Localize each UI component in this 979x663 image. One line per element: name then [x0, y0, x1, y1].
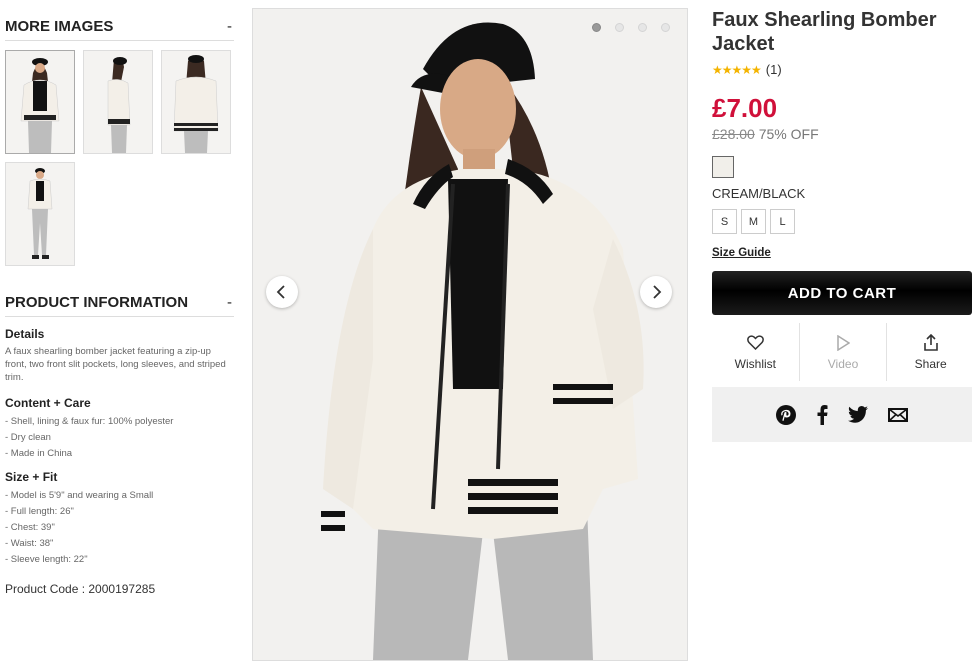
share-label: Share	[914, 356, 947, 371]
chevron-left-icon	[276, 285, 285, 299]
sale-price: £7.00	[712, 93, 778, 123]
video-button[interactable]: Video	[798, 323, 887, 381]
more-images-header[interactable]: MORE IMAGES -	[5, 13, 234, 41]
wishlist-label: Wishlist	[734, 356, 776, 371]
product-details: Details A faux shearling bomber jacket f…	[5, 327, 235, 596]
product-rating[interactable]: ★★★★★ (1)	[712, 62, 974, 77]
product-panel: Faux Shearling Bomber Jacket ★★★★★ (1) £…	[712, 8, 974, 442]
main-product-image[interactable]	[252, 8, 688, 661]
twitter-icon[interactable]	[848, 406, 868, 423]
content-care-heading: Content + Care	[5, 396, 91, 410]
product-code: Product Code : 2000197285	[5, 582, 156, 596]
share-button[interactable]: Share	[886, 323, 974, 381]
size-fit-heading: Size + Fit	[5, 470, 58, 484]
size-option-s[interactable]: S	[712, 209, 737, 234]
size-option-m[interactable]: M	[741, 209, 766, 234]
content-line: - Dry clean	[5, 432, 51, 443]
size-line: - Waist: 38"	[5, 538, 54, 549]
color-name: CREAM/BLACK	[712, 186, 806, 201]
product-information-header[interactable]: PRODUCT INFORMATION -	[5, 289, 234, 317]
size-guide-link[interactable]: Size Guide	[712, 247, 771, 259]
slide-dot[interactable]	[638, 23, 647, 32]
next-image-button[interactable]	[640, 276, 672, 308]
more-images-title: MORE IMAGES	[5, 18, 114, 35]
color-swatch[interactable]	[712, 156, 734, 178]
original-price-row: £28.00 75% OFF	[712, 126, 974, 142]
size-line: - Chest: 39"	[5, 522, 55, 533]
collapse-toggle[interactable]: -	[227, 294, 232, 311]
previous-image-button[interactable]	[266, 276, 298, 308]
email-icon[interactable]	[888, 407, 908, 422]
product-title: Faux Shearling Bomber Jacket	[712, 9, 937, 55]
add-to-cart-button[interactable]: ADD TO CART	[712, 271, 972, 315]
thumbnail-front[interactable]	[5, 50, 75, 154]
facebook-icon[interactable]	[816, 404, 828, 425]
thumbnail-back[interactable]	[161, 50, 231, 154]
slide-indicators	[592, 23, 670, 32]
size-option-l[interactable]: L	[770, 209, 795, 234]
size-line: - Full length: 26"	[5, 506, 74, 517]
content-line: - Shell, lining & faux fur: 100% polyest…	[5, 416, 174, 427]
pinterest-icon[interactable]	[776, 404, 796, 425]
details-heading: Details	[5, 327, 45, 341]
model-photo	[253, 9, 687, 660]
thumbnail-full-length[interactable]	[5, 162, 75, 266]
star-rating-icon: ★★★★★	[712, 62, 762, 77]
chevron-right-icon	[653, 285, 662, 299]
size-line: - Sleeve length: 22"	[5, 554, 88, 565]
video-label: Video	[827, 356, 859, 371]
slide-dot[interactable]	[615, 23, 624, 32]
wishlist-button[interactable]: Wishlist	[712, 323, 799, 381]
product-actions: Wishlist Video Share	[712, 323, 974, 381]
collapse-toggle[interactable]: -	[227, 18, 232, 35]
heart-icon	[746, 334, 764, 352]
details-text: A faux shearling bomber jacket featuring…	[5, 346, 226, 383]
original-price: £28.00	[712, 126, 755, 142]
size-selector: S M L	[712, 209, 974, 234]
size-line: - Model is 5'9" and wearing a Small	[5, 490, 154, 501]
slide-dot[interactable]	[661, 23, 670, 32]
content-line: - Made in China	[5, 448, 73, 459]
social-share-bar	[712, 387, 972, 442]
slide-dot[interactable]	[592, 23, 601, 32]
share-icon	[923, 334, 939, 352]
play-icon	[836, 334, 850, 352]
thumbnail-side[interactable]	[83, 50, 153, 154]
product-information-title: PRODUCT INFORMATION	[5, 294, 189, 311]
review-count[interactable]: (1)	[766, 62, 782, 77]
discount-label: 75% OFF	[758, 126, 819, 142]
